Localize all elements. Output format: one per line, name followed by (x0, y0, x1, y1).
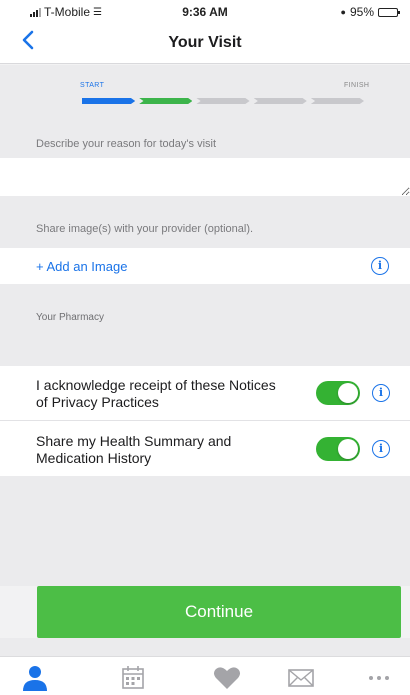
person-icon (23, 666, 47, 691)
mail-icon (288, 669, 314, 687)
share-health-summary-toggle[interactable] (316, 437, 360, 461)
battery-icon (378, 7, 400, 17)
add-image-link[interactable]: + Add an Image (36, 259, 127, 274)
progress-start-label: START (80, 82, 105, 89)
battery-percent: 95% (349, 5, 374, 19)
share-health-summary-row: Share my Health Summary and Medication H… (0, 421, 410, 476)
add-image-row: + Add an Image i (0, 248, 410, 284)
share-images-label: Share image(s) with your provider (optio… (36, 223, 254, 235)
calendar-icon (122, 666, 144, 689)
progress-finish-label: FINISH (344, 82, 370, 89)
tab-health[interactable] (212, 663, 242, 693)
tab-bar (0, 656, 410, 695)
privacy-notice-toggle[interactable] (316, 381, 360, 405)
info-icon[interactable]: i (372, 384, 390, 402)
pharmacy-field[interactable]: Your Pharmacy (0, 284, 410, 366)
progress-segment (310, 98, 365, 104)
tab-profile[interactable] (20, 663, 50, 693)
heart-icon (214, 667, 240, 689)
info-icon[interactable]: i (371, 257, 389, 275)
pharmacy-label: Your Pharmacy (36, 312, 104, 323)
status-bar: T-Mobile ☰ 9:36 AM ● 95% (0, 0, 410, 24)
tab-messages[interactable] (286, 663, 316, 693)
tab-calendar[interactable] (118, 663, 148, 693)
progress-segment (139, 98, 193, 104)
reason-section: Describe your reason for today's visit (0, 128, 410, 158)
progress-tracker (82, 98, 365, 104)
page-title: Your Visit (168, 34, 242, 51)
toggle-knob (338, 439, 358, 459)
share-images-section: Share image(s) with your provider (optio… (0, 196, 410, 248)
progress-segment (196, 98, 250, 104)
spacer (0, 476, 410, 586)
progress-section: START FINISH (0, 65, 410, 128)
progress-segment (82, 98, 136, 104)
share-health-summary-label: Share my Health Summary and Medication H… (36, 433, 232, 466)
reason-input[interactable] (0, 158, 410, 196)
toggle-knob (338, 383, 358, 403)
alarm-icon: ● (340, 7, 346, 17)
reason-label: Describe your reason for today's visit (36, 138, 217, 150)
privacy-notice-label: I acknowledge receipt of these Notices o… (36, 377, 276, 410)
progress-segment (253, 98, 307, 104)
more-icon (369, 676, 389, 680)
continue-button[interactable]: Continue (37, 586, 401, 638)
tab-more[interactable] (364, 663, 394, 693)
spacer (0, 638, 410, 656)
info-icon[interactable]: i (372, 440, 390, 458)
nav-bar: Your Visit (0, 24, 410, 64)
battery-indicator: ● 95% (340, 5, 400, 19)
privacy-notice-row: I acknowledge receipt of these Notices o… (0, 366, 410, 421)
